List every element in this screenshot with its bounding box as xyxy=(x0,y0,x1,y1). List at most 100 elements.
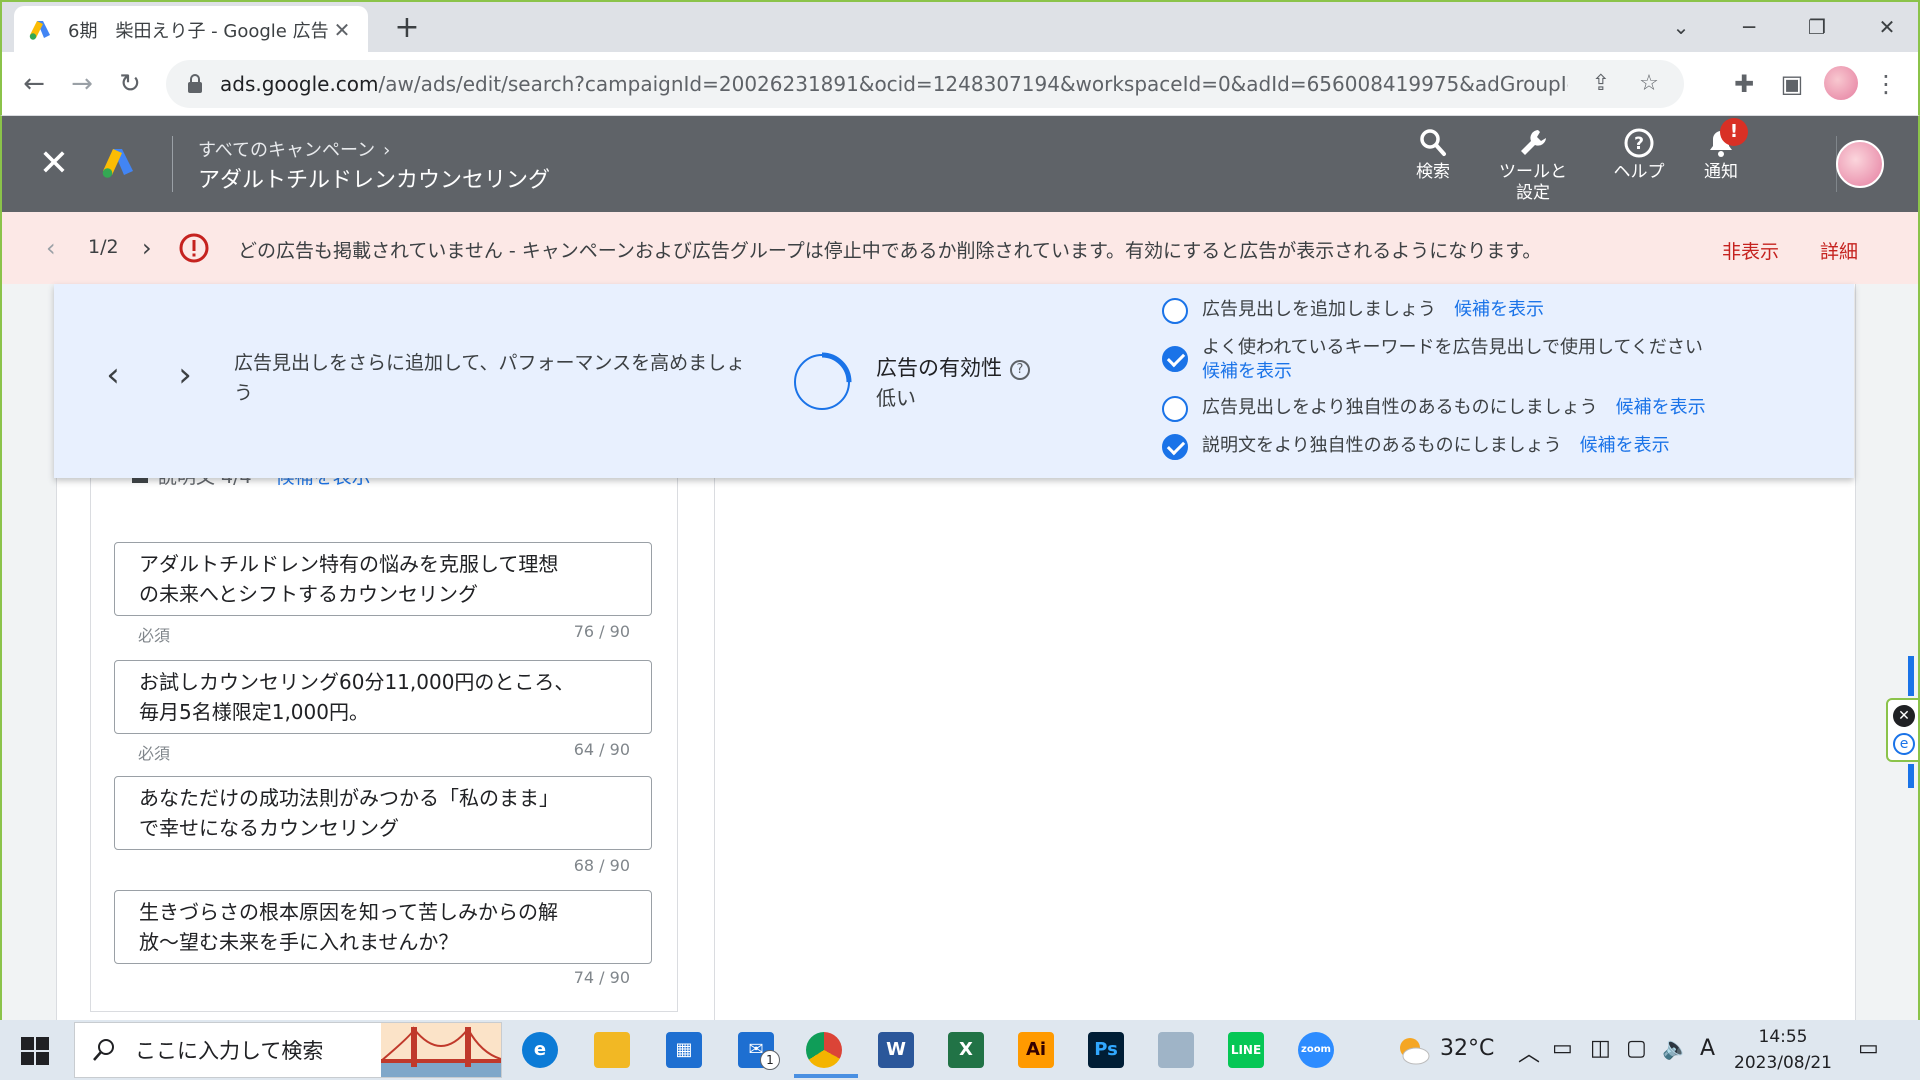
volume-icon[interactable]: 🔈 xyxy=(1662,1036,1689,1061)
photoshop-app-icon[interactable]: Ps xyxy=(1082,1028,1130,1072)
tab-search-chevron-icon[interactable]: ⌄ xyxy=(1664,10,1698,44)
utility-app-icon[interactable] xyxy=(1152,1028,1200,1072)
url-path: /aw/ads/edit/search?campaignId=200262318… xyxy=(378,72,1568,96)
restore-button[interactable]: ❐ xyxy=(1800,10,1834,44)
description-field-3[interactable]: あなただけの成功法則がみつかる「私のまま」 で幸せになるカウンセリング xyxy=(114,776,652,850)
tools-label-line1: ツールと xyxy=(1499,162,1567,182)
chevron-up-icon[interactable]: ︿ xyxy=(1518,1036,1540,1068)
checklist-item-3-text-wrap: 広告見出しをより独自性のあるものにしましょう 候補を表示 xyxy=(1202,396,1706,420)
windows-start-icon[interactable] xyxy=(20,1036,50,1066)
description-3-line1: あなただけの成功法則がみつかる「私のまま」 xyxy=(139,786,559,810)
clock-time: 14:55 xyxy=(1758,1027,1808,1047)
google-ads-favicon-icon xyxy=(29,21,50,40)
browser-toolbar: ← → ↻ ads.google.com/aw/ads/edit/search?… xyxy=(0,52,1920,116)
active-app-indicator xyxy=(794,1074,858,1078)
description-3-meta: 68 / 90 xyxy=(138,856,630,875)
clock-date: 2023/08/21 xyxy=(1734,1053,1832,1073)
chrome-app-icon[interactable] xyxy=(800,1028,848,1072)
excel-app-icon[interactable]: X xyxy=(942,1028,990,1072)
checklist-item-4: 説明文をより独自性のあるものにしましょう 候補を表示 xyxy=(1162,434,1670,460)
char-count: 74 / 90 xyxy=(573,968,630,987)
close-circle-icon[interactable]: ✕ xyxy=(1893,705,1915,727)
file-explorer-icon[interactable] xyxy=(588,1028,636,1072)
camera-icon[interactable]: ◫ xyxy=(1590,1036,1611,1061)
char-count: 64 / 90 xyxy=(573,740,630,759)
side-widget[interactable]: ✕ e xyxy=(1886,698,1920,762)
clock[interactable]: 14:55 2023/08/21 xyxy=(1734,1024,1832,1076)
checklist-item-1: 広告見出しを追加しましょう 候補を表示 xyxy=(1162,298,1544,324)
network-icon[interactable]: ▢ xyxy=(1626,1036,1647,1061)
menu-kebab-icon[interactable]: ⋮ xyxy=(1870,68,1902,100)
tools-settings-button[interactable]: ツールと 設定 xyxy=(1488,126,1578,204)
char-count: 68 / 90 xyxy=(573,856,630,875)
search-icon xyxy=(1420,129,1446,156)
ime-indicator[interactable]: A xyxy=(1700,1036,1715,1061)
required-label: 必須 xyxy=(138,626,171,645)
tab-title: 6期 柴田えり子 - Google 広告 xyxy=(68,21,329,42)
checklist-item-1-link[interactable]: 候補を表示 xyxy=(1454,299,1544,320)
taskbar-search[interactable]: ここに入力して検索 xyxy=(74,1022,502,1078)
extensions-puzzle-icon[interactable]: ✚ xyxy=(1728,68,1760,100)
forward-arrow-icon[interactable]: → xyxy=(64,66,100,102)
chevron-right-icon[interactable]: › xyxy=(142,234,152,262)
browser-tab[interactable]: 6期 柴田えり子 - Google 広告 ✕ xyxy=(14,6,368,54)
description-field-2[interactable]: お試しカウンセリング60分11,000円のところ、 毎月5名様限定1,000円。 xyxy=(114,660,652,734)
tab-close-icon[interactable]: ✕ xyxy=(330,18,354,42)
svg-text:?: ? xyxy=(1634,134,1644,154)
url-text: ads.google.com/aw/ads/edit/search?campai… xyxy=(220,72,1568,96)
notification-badge: ! xyxy=(1720,118,1748,146)
description-3-line2: で幸せになるカウンセリング xyxy=(139,816,399,840)
e-circle-icon[interactable]: e xyxy=(1893,733,1915,755)
edge-app-icon[interactable]: e xyxy=(516,1028,564,1072)
description-1-line1: アダルトチルドレン特有の悩みを克服して理想 xyxy=(139,552,559,576)
zoom-app-icon[interactable]: zoom xyxy=(1292,1028,1340,1072)
minimize-button[interactable]: ─ xyxy=(1732,10,1766,44)
account-avatar[interactable] xyxy=(1836,140,1884,188)
line-app-icon[interactable]: LINE xyxy=(1222,1028,1270,1072)
temperature-text[interactable]: 32°C xyxy=(1440,1036,1494,1061)
close-window-button[interactable]: ✕ xyxy=(1870,10,1904,44)
hide-button[interactable]: 非表示 xyxy=(1722,237,1779,264)
illustrator-app-icon[interactable]: Ai xyxy=(1012,1028,1060,1072)
description-field-4[interactable]: 生きづらさの根本原因を知って苦しみからの解 放～望む未来を手に入れませんか？ xyxy=(114,890,652,964)
help-button[interactable]: ? ヘルプ xyxy=(1594,126,1684,183)
search-button[interactable]: 検索 xyxy=(1388,126,1478,183)
checklist-item-4-link[interactable]: 候補を表示 xyxy=(1580,435,1670,456)
checklist-item-2-link[interactable]: 候補を表示 xyxy=(1202,361,1292,382)
checklist-item-3-link[interactable]: 候補を表示 xyxy=(1616,397,1706,418)
search-label: 検索 xyxy=(1416,162,1450,182)
checklist-item-2-text-wrap: よく使われているキーワードを広告見出しで使用してください 候補を表示 xyxy=(1202,336,1703,384)
description-4-line2: 放～望む未来を手に入れませんか？ xyxy=(139,930,459,954)
ad-strength-ring-icon xyxy=(792,352,852,412)
chevron-left-icon[interactable]: ‹ xyxy=(98,358,128,392)
unchecked-circle-icon xyxy=(1162,298,1188,324)
description-4-line1: 生きづらさの根本原因を知って苦しみからの解 xyxy=(139,900,558,924)
breadcrumb[interactable]: すべてのキャンペーン › xyxy=(198,136,390,162)
store-app-icon[interactable]: ▦ xyxy=(660,1028,708,1072)
word-app-icon[interactable]: W xyxy=(872,1028,920,1072)
battery-icon[interactable]: ▭ xyxy=(1552,1036,1573,1061)
checklist-item-1-text-wrap: 広告見出しを追加しましょう 候補を表示 xyxy=(1202,298,1544,322)
description-field-1[interactable]: アダルトチルドレン特有の悩みを克服して理想 の未来へとシフトするカウンセリング xyxy=(114,542,652,616)
close-icon[interactable]: ✕ xyxy=(36,146,72,182)
bookmark-star-icon[interactable]: ☆ xyxy=(1634,69,1664,99)
details-button[interactable]: 詳細 xyxy=(1820,237,1858,264)
reload-icon[interactable]: ↻ xyxy=(112,66,148,102)
share-icon[interactable]: ⇪ xyxy=(1586,69,1616,99)
browser-profile-avatar[interactable] xyxy=(1824,66,1858,100)
alert-message: どの広告も掲載されていません - キャンペーンおよび広告グループは停止中であるか… xyxy=(238,240,1542,262)
chevron-right-icon[interactable]: › xyxy=(170,358,200,392)
error-icon xyxy=(179,233,209,263)
weather-cloud-sun-icon[interactable] xyxy=(1394,1032,1432,1068)
description-1-meta: 必須 76 / 90 xyxy=(138,622,630,646)
breadcrumb-all-campaigns[interactable]: すべてのキャンペーン xyxy=(198,140,375,161)
side-panel-icon[interactable]: ▣ xyxy=(1776,68,1808,100)
address-bar[interactable]: ads.google.com/aw/ads/edit/search?campai… xyxy=(166,60,1684,108)
chevron-left-icon[interactable]: ‹ xyxy=(46,234,56,262)
back-arrow-icon[interactable]: ← xyxy=(16,66,52,102)
new-tab-button[interactable]: + xyxy=(390,12,424,46)
help-icon[interactable]: ? xyxy=(1010,360,1030,380)
notification-center-icon[interactable]: ▭ xyxy=(1858,1036,1879,1061)
lock-icon xyxy=(188,74,202,93)
alert-pager: 1/2 xyxy=(88,236,119,258)
